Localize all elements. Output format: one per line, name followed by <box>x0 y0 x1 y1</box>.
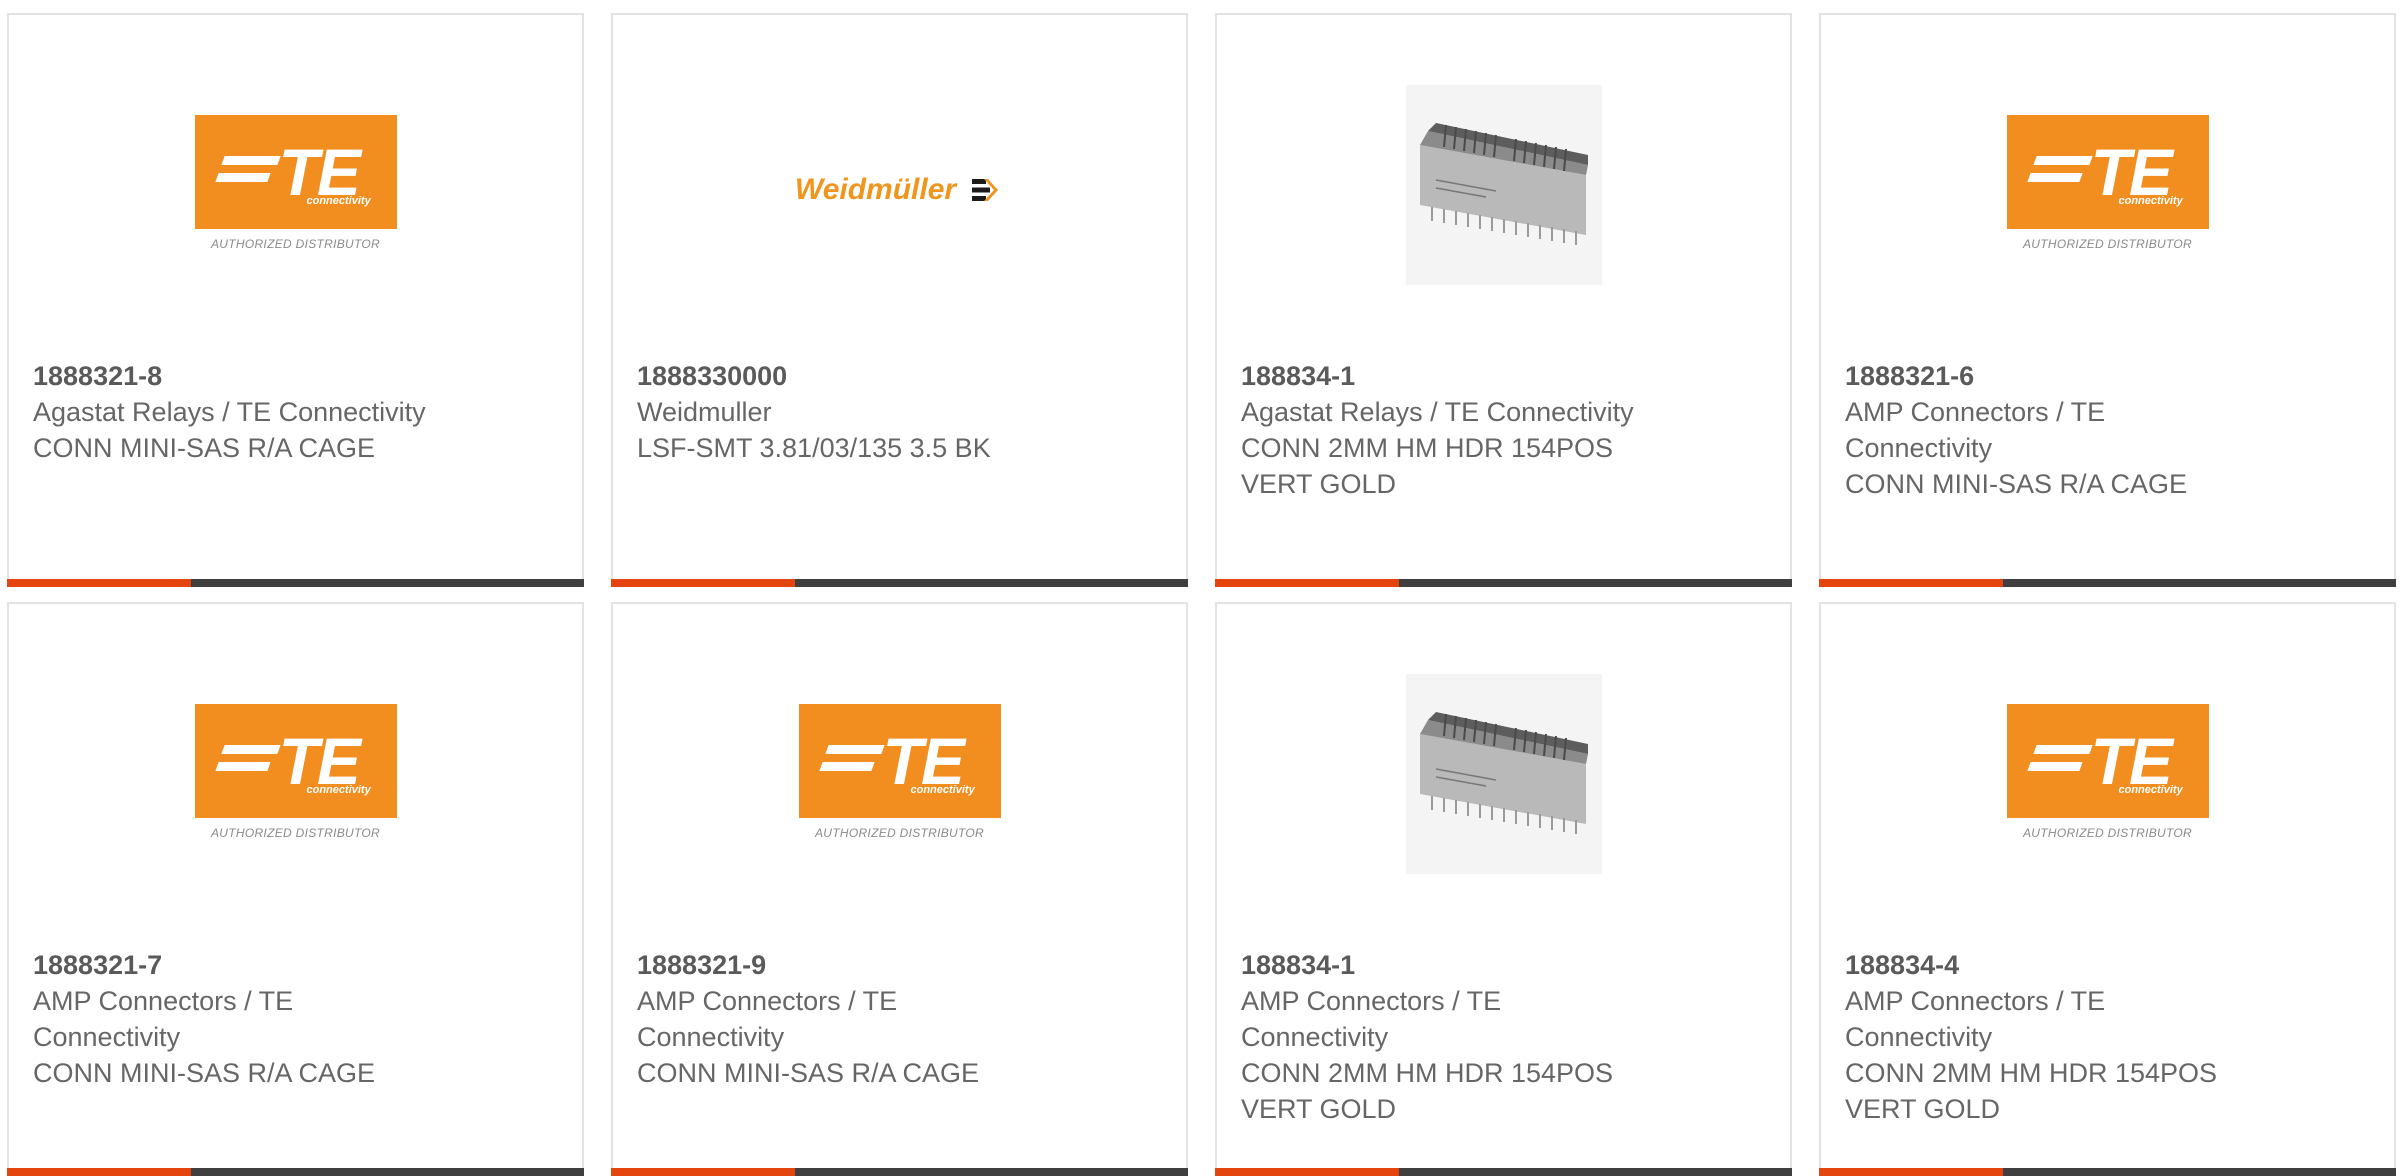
product-card[interactable]: TE connectivity AUTHORIZED DISTRIBUTOR 1… <box>7 602 584 1176</box>
manufacturer: Agastat Relays / TE Connectivity <box>33 397 426 427</box>
product-image[interactable]: TE connectivity AUTHORIZED DISTRIBUTOR <box>9 704 582 904</box>
part-number[interactable]: 188834-4 <box>1845 947 2255 983</box>
connector-header-icon <box>1405 674 1602 874</box>
manufacturer: AMP Connectors / TE Connectivity <box>33 986 294 1052</box>
manufacturer: Agastat Relays / TE Connectivity <box>1241 397 1634 427</box>
description: CONN 2MM HM HDR 154POS VERT GOLD <box>1845 1058 2218 1124</box>
te-logo-icon: TE connectivity AUTHORIZED DISTRIBUTOR <box>2006 704 2209 844</box>
part-number[interactable]: 1888321-7 <box>33 947 443 983</box>
part-number[interactable]: 188834-1 <box>1241 947 1651 983</box>
description: CONN 2MM HM HDR 154POS VERT GOLD <box>1241 433 1614 499</box>
te-logo-icon: TE connectivity AUTHORIZED DISTRIBUTOR <box>2006 115 2209 255</box>
product-image[interactable]: Weidmüller <box>613 95 1186 295</box>
description: LSF-SMT 3.81/03/135 3.5 BK <box>637 433 991 463</box>
te-logo-icon: TE connectivity AUTHORIZED DISTRIBUTOR <box>194 704 397 844</box>
connector-header-icon <box>1405 85 1602 285</box>
product-image[interactable]: TE connectivity AUTHORIZED DISTRIBUTOR <box>9 115 582 315</box>
part-number[interactable]: 1888321-6 <box>1845 358 2255 394</box>
description: CONN MINI-SAS R/A CAGE <box>33 433 376 463</box>
part-number[interactable]: 1888321-8 <box>33 358 443 394</box>
product-card[interactable]: 188834-1 Agastat Relays / TE Connectivit… <box>1215 13 1792 587</box>
product-card[interactable]: Weidmüller 1888330000 Weidmuller LSF-SMT… <box>611 13 1188 587</box>
manufacturer: AMP Connectors / TE Connectivity <box>637 986 898 1052</box>
product-grid: TE connectivity AUTHORIZED DISTRIBUTOR 1… <box>0 0 2400 1176</box>
card-footer-bar <box>611 579 1188 587</box>
product-card[interactable]: TE connectivity AUTHORIZED DISTRIBUTOR 1… <box>1819 602 2396 1176</box>
card-footer-bar <box>1215 1168 1792 1176</box>
part-number[interactable]: 1888321-9 <box>637 947 1047 983</box>
product-card[interactable]: 188834-1 AMP Connectors / TE Connectivit… <box>1215 602 1792 1176</box>
part-number[interactable]: 1888330000 <box>637 358 1047 394</box>
product-card[interactable]: TE connectivity AUTHORIZED DISTRIBUTOR 1… <box>1819 13 2396 587</box>
product-card[interactable]: TE connectivity AUTHORIZED DISTRIBUTOR 1… <box>611 602 1188 1176</box>
description: CONN 2MM HM HDR 154POS VERT GOLD <box>1241 1058 1614 1124</box>
card-footer-bar <box>1819 579 2396 587</box>
description: CONN MINI-SAS R/A CAGE <box>33 1058 376 1088</box>
card-footer-bar <box>1819 1168 2396 1176</box>
card-footer-bar <box>1215 579 1792 587</box>
manufacturer: AMP Connectors / TE Connectivity <box>1845 986 2106 1052</box>
product-image[interactable]: TE connectivity AUTHORIZED DISTRIBUTOR <box>613 704 1186 904</box>
te-logo-icon: TE connectivity AUTHORIZED DISTRIBUTOR <box>194 115 397 255</box>
manufacturer: AMP Connectors / TE Connectivity <box>1241 986 1502 1052</box>
part-number[interactable]: 188834-1 <box>1241 358 1651 394</box>
description: CONN MINI-SAS R/A CAGE <box>637 1058 980 1088</box>
card-footer-bar <box>7 1168 584 1176</box>
product-image[interactable] <box>1217 674 1790 874</box>
product-card[interactable]: TE connectivity AUTHORIZED DISTRIBUTOR 1… <box>7 13 584 587</box>
weidmuller-mark-icon <box>972 179 999 201</box>
te-logo-icon: TE connectivity AUTHORIZED DISTRIBUTOR <box>798 704 1001 844</box>
manufacturer: AMP Connectors / TE Connectivity <box>1845 397 2106 463</box>
card-footer-bar <box>611 1168 1188 1176</box>
product-image[interactable]: TE connectivity AUTHORIZED DISTRIBUTOR <box>1821 704 2394 904</box>
product-image[interactable] <box>1217 85 1790 285</box>
card-footer-bar <box>7 579 584 587</box>
description: CONN MINI-SAS R/A CAGE <box>1845 469 2188 499</box>
manufacturer: Weidmuller <box>637 397 772 427</box>
weidmuller-logo-icon: Weidmüller <box>795 173 1004 207</box>
product-image[interactable]: TE connectivity AUTHORIZED DISTRIBUTOR <box>1821 115 2394 315</box>
